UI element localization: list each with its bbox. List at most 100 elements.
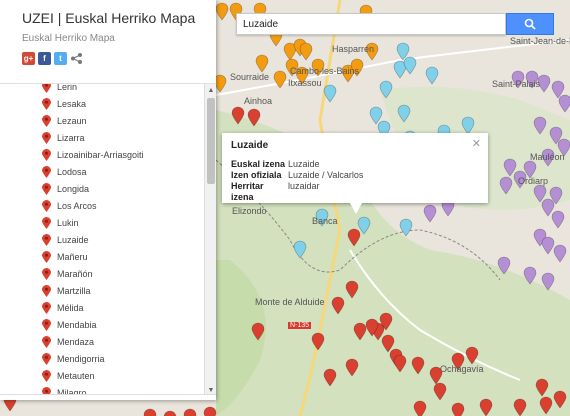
info-value: Luzaide: [288, 159, 320, 169]
list-item[interactable]: Metauten: [42, 367, 95, 384]
share-icon[interactable]: [70, 52, 83, 65]
map-pin-icon: [42, 267, 51, 280]
list-item[interactable]: Lizarra: [42, 129, 85, 146]
close-icon[interactable]: ✕: [472, 137, 481, 150]
map-marker-red[interactable]: [451, 402, 465, 416]
map-pin-icon: [42, 97, 51, 110]
map-pin-icon: [42, 318, 51, 331]
list-item-label: Lezaun: [57, 115, 87, 126]
info-title: Luzaide: [231, 140, 269, 151]
map-pin-icon: [42, 301, 51, 314]
search-button[interactable]: [506, 13, 554, 35]
place-list: Lerin Lesaka Lezaun Lizarra Lizoainibar-Arri…: [0, 84, 204, 396]
map-title: UZEI | Euskal Herriko Mapa: [22, 10, 196, 26]
map-label-mauleon: Mauléon: [530, 152, 565, 162]
info-label: Euskal izena: [231, 159, 286, 169]
map-pin-icon: [42, 199, 51, 212]
map-label-cambo: Cambo-les-Bains: [290, 66, 360, 76]
list-item[interactable]: Mélida: [42, 299, 84, 316]
map-label-ordiarp: Ordiarp: [518, 176, 549, 186]
map-pin-icon: [42, 216, 51, 229]
google-plus-icon[interactable]: g+: [22, 52, 35, 65]
map-label-banca: Banca: [312, 216, 338, 226]
info-label: Herritar izena: [231, 181, 264, 202]
list-item-label: Mañeru: [57, 251, 88, 262]
info-row: Herritar izena luzaidar: [231, 181, 479, 203]
map-pin-icon: [42, 335, 51, 348]
map-pin-icon: [42, 148, 51, 161]
list-item[interactable]: Mañeru: [42, 248, 88, 265]
map-marker-red[interactable]: [203, 406, 217, 416]
map-label-monte-alduide: Monte de Alduide: [255, 297, 325, 307]
list-item[interactable]: Lesaka: [42, 95, 86, 112]
scroll-thumb[interactable]: [207, 98, 215, 184]
map-pin-icon: [42, 182, 51, 195]
list-item[interactable]: Lukin: [42, 214, 79, 231]
list-item-label: Longida: [57, 183, 90, 194]
info-window-tail: [350, 203, 362, 214]
list-item[interactable]: Los Arcos: [42, 197, 97, 214]
facebook-icon[interactable]: f: [38, 52, 51, 65]
list-item-label: Lukin: [57, 217, 79, 228]
map-label-hasparren: Hasparren: [332, 44, 375, 54]
info-row: Euskal izena Luzaide: [231, 159, 479, 170]
map-label-sourraide: Sourraide: [230, 72, 270, 82]
list-item[interactable]: Luzaide: [42, 231, 89, 248]
map-pin-icon: [42, 114, 51, 127]
sidebar-footer: [0, 394, 216, 400]
list-item-label: Lesaka: [57, 98, 87, 109]
list-scrollbar[interactable]: ▲ ▼: [204, 84, 216, 396]
list-item[interactable]: Lodosa: [42, 163, 87, 180]
list-item[interactable]: Longida: [42, 180, 89, 197]
list-item-label: Luzaide: [57, 234, 89, 245]
list-item-label: Martzilla: [57, 285, 91, 296]
map-pin-icon: [42, 250, 51, 263]
list-item-label: Lizoainibar-Arriasgoiti: [57, 149, 144, 160]
map-pin-icon: [42, 352, 51, 365]
list-item-label: Mélida: [57, 302, 84, 313]
map-pin-icon: [42, 369, 51, 382]
info-label: Izen ofiziala: [231, 170, 282, 180]
list-item[interactable]: Martzilla: [42, 282, 91, 299]
list-item-label: Metauten: [57, 370, 95, 381]
map-pin-icon: [42, 284, 51, 297]
map-pin-icon: [42, 233, 51, 246]
list-item[interactable]: Lerin: [42, 84, 77, 95]
map-label-ochagavia: Ochagavía: [440, 364, 484, 374]
info-window: ✕ Luzaide Euskal izena Luzaide Izen ofizi…: [222, 133, 488, 203]
map-subtitle: Euskal Herriko Mapa: [22, 33, 115, 44]
map-sidebar: UZEI | Euskal Herriko Mapa Euskal Herrik…: [0, 0, 216, 400]
list-item-label: Los Arcos: [57, 200, 97, 211]
sidebar-header: UZEI | Euskal Herriko Mapa Euskal Herrik…: [0, 0, 216, 84]
info-value: luzaidar: [288, 181, 320, 191]
map-pin-icon: [42, 165, 51, 178]
search-input[interactable]: Luzaide: [236, 13, 506, 35]
map-label-saint-palais: Saint-Palais: [492, 79, 541, 89]
map-label-saint-jean: Saint-Jean-de-Beaurn: [510, 36, 570, 46]
list-item-label: Lerin: [57, 84, 78, 92]
list-item-label: Lodosa: [57, 166, 87, 177]
list-item-label: Lizarra: [57, 132, 85, 143]
search-icon: [524, 18, 536, 30]
list-item[interactable]: Mendigorria: [42, 350, 105, 367]
list-item[interactable]: Lizoainibar-Arriasgoiti: [42, 146, 144, 163]
info-value: Luzaide / Valcarlos: [288, 170, 364, 180]
map-pin-icon: [42, 84, 51, 93]
scroll-up-icon[interactable]: ▲: [205, 84, 217, 96]
list-item-label: Mendaza: [57, 336, 95, 347]
map-label-itxassou: Itxassou: [288, 78, 322, 88]
info-row: Izen ofiziala Luzaide / Valcarlos: [231, 170, 479, 181]
list-item[interactable]: Mendabia: [42, 316, 97, 333]
list-item[interactable]: Lezaun: [42, 112, 87, 129]
list-item-label: Mendabia: [57, 319, 97, 330]
list-item-label: Mendigorria: [57, 353, 105, 364]
list-item[interactable]: Marañón: [42, 265, 93, 282]
share-bar: g+ f t: [22, 52, 216, 65]
list-item[interactable]: Mendaza: [42, 333, 94, 350]
list-item-label: Marañón: [57, 268, 93, 279]
map-label-elizondo: Elizondo: [232, 206, 267, 216]
map-label-n135: N-135: [288, 322, 312, 329]
map-pin-icon: [42, 131, 51, 144]
map-label-ainhoa: Ainhoa: [244, 96, 273, 106]
twitter-icon[interactable]: t: [54, 52, 67, 65]
